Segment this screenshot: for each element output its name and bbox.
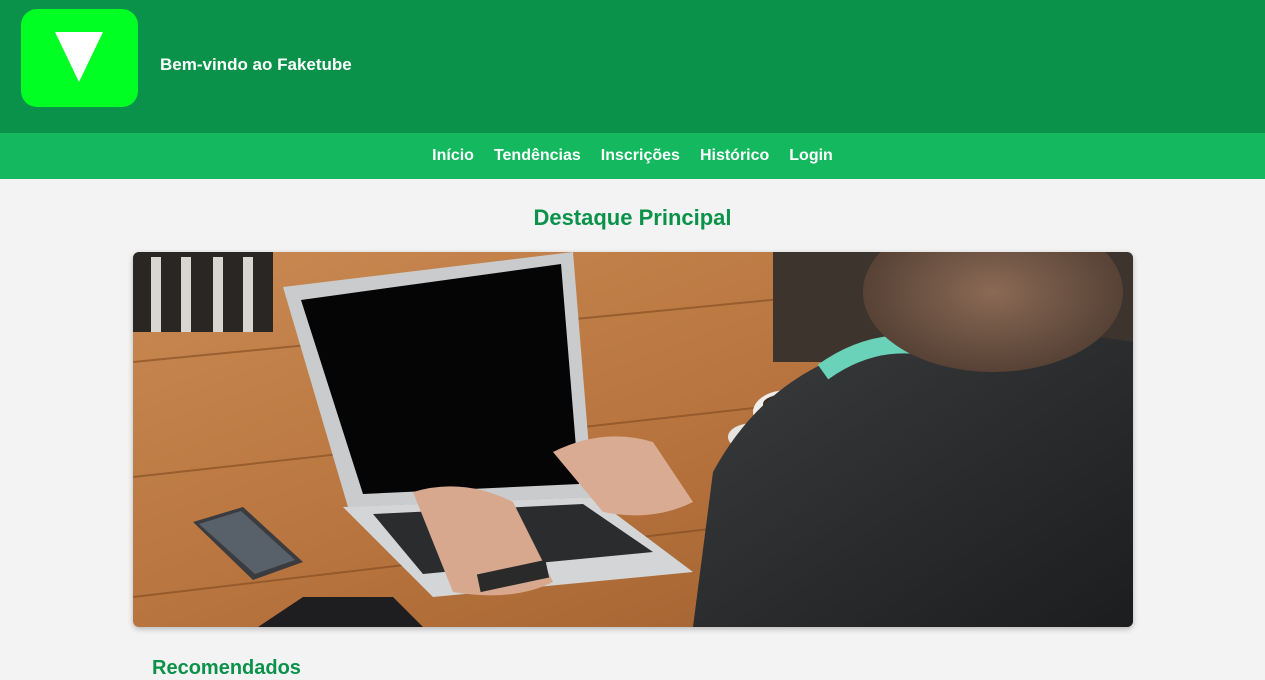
nav-item-login[interactable]: Login [789, 147, 833, 165]
hero-photo [133, 252, 1133, 627]
next-section-title: Recomendados [152, 657, 301, 679]
nav-item-tendencias[interactable]: Tendências [494, 147, 581, 165]
nav-item-inscricoes[interactable]: Inscrições [601, 147, 680, 165]
site-header: Bem-vindo ao Faketube [0, 0, 1265, 133]
logo[interactable] [21, 9, 138, 107]
nav-item-historico[interactable]: Histórico [700, 147, 769, 165]
play-triangle-icon [55, 32, 103, 82]
featured-title: Destaque Principal [533, 205, 732, 230]
nav-item-inicio[interactable]: Início [432, 147, 474, 165]
main-nav: Início Tendências Inscrições Histórico L… [0, 133, 1265, 179]
hero-image[interactable] [133, 252, 1133, 627]
welcome-text: Bem-vindo ao Faketube [160, 55, 352, 74]
